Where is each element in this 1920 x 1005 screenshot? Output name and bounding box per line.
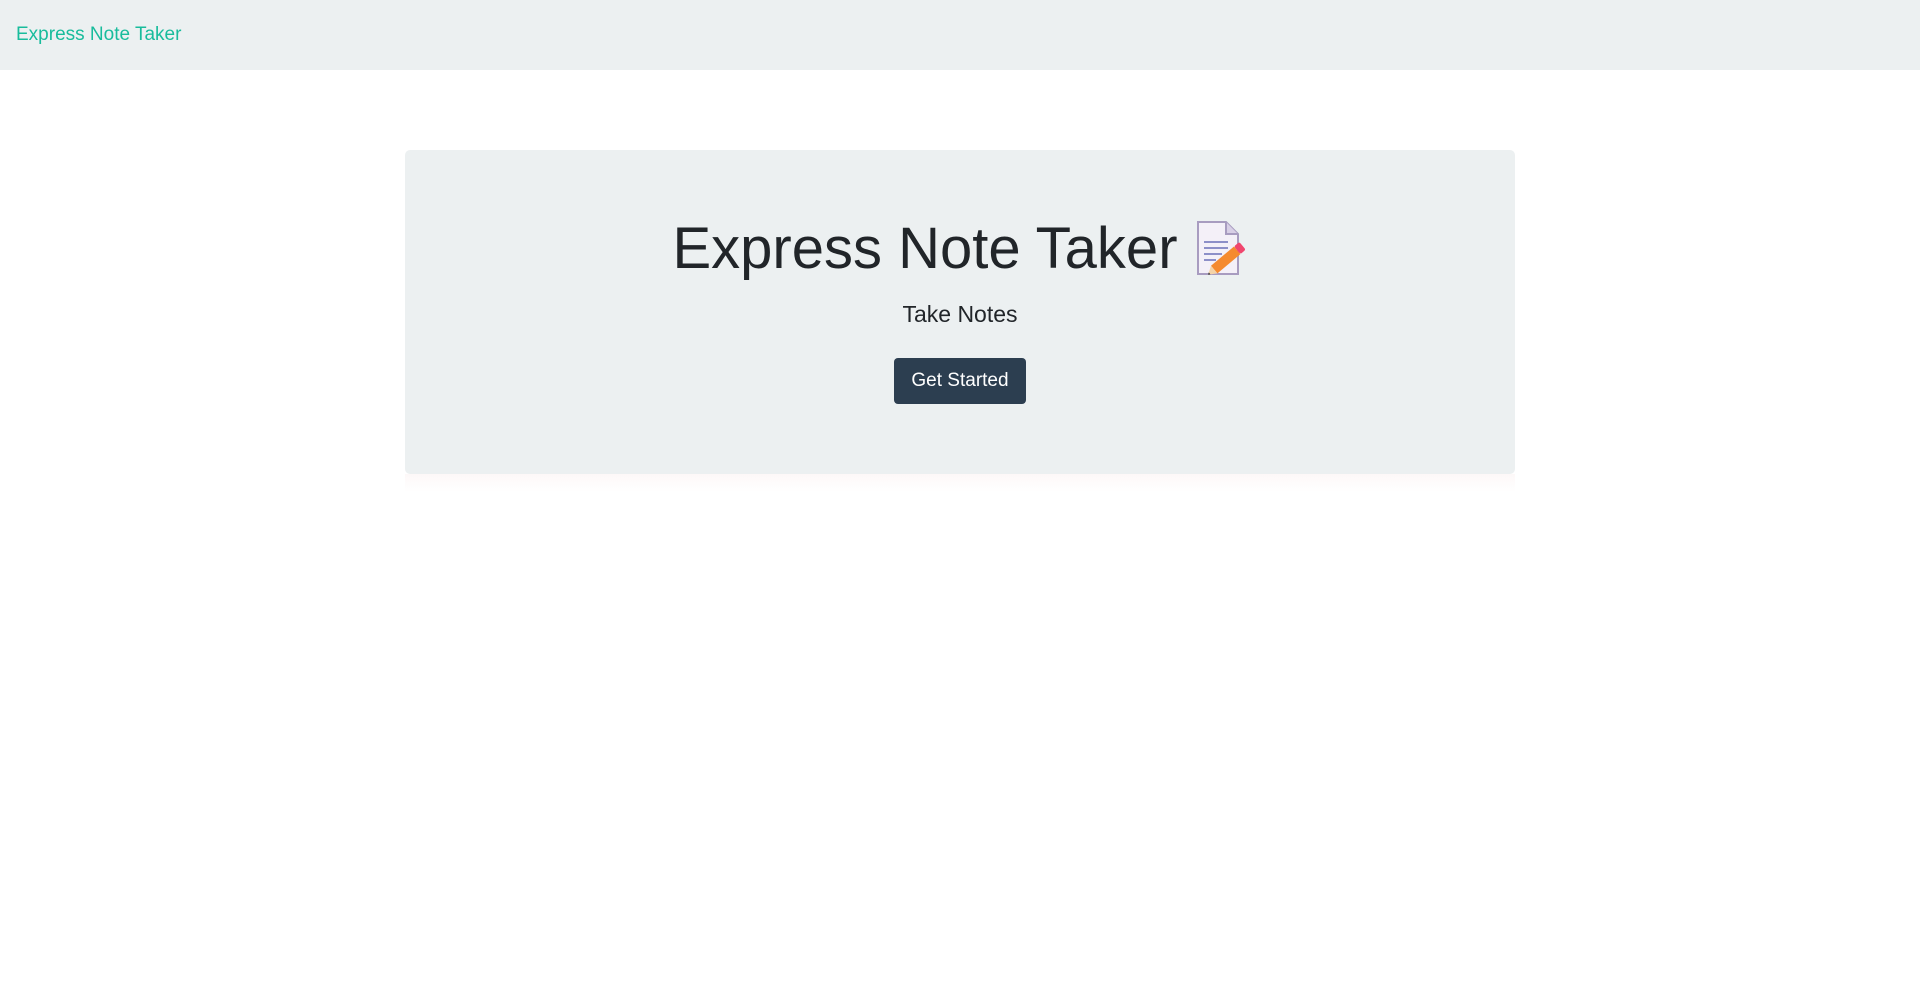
hero-panel: Express Note Taker Take Notes Get Starte…	[405, 150, 1515, 474]
navbar: Express Note Taker	[0, 0, 1920, 70]
navbar-brand-link[interactable]: Express Note Taker	[16, 24, 181, 46]
page-title-text: Express Note Taker	[672, 216, 1178, 281]
page-title: Express Note Taker	[672, 216, 1247, 283]
get-started-button[interactable]: Get Started	[894, 357, 1026, 404]
hero-shadow	[405, 474, 1515, 492]
memo-icon	[1194, 220, 1248, 278]
hero-subtitle: Take Notes	[902, 300, 1018, 327]
